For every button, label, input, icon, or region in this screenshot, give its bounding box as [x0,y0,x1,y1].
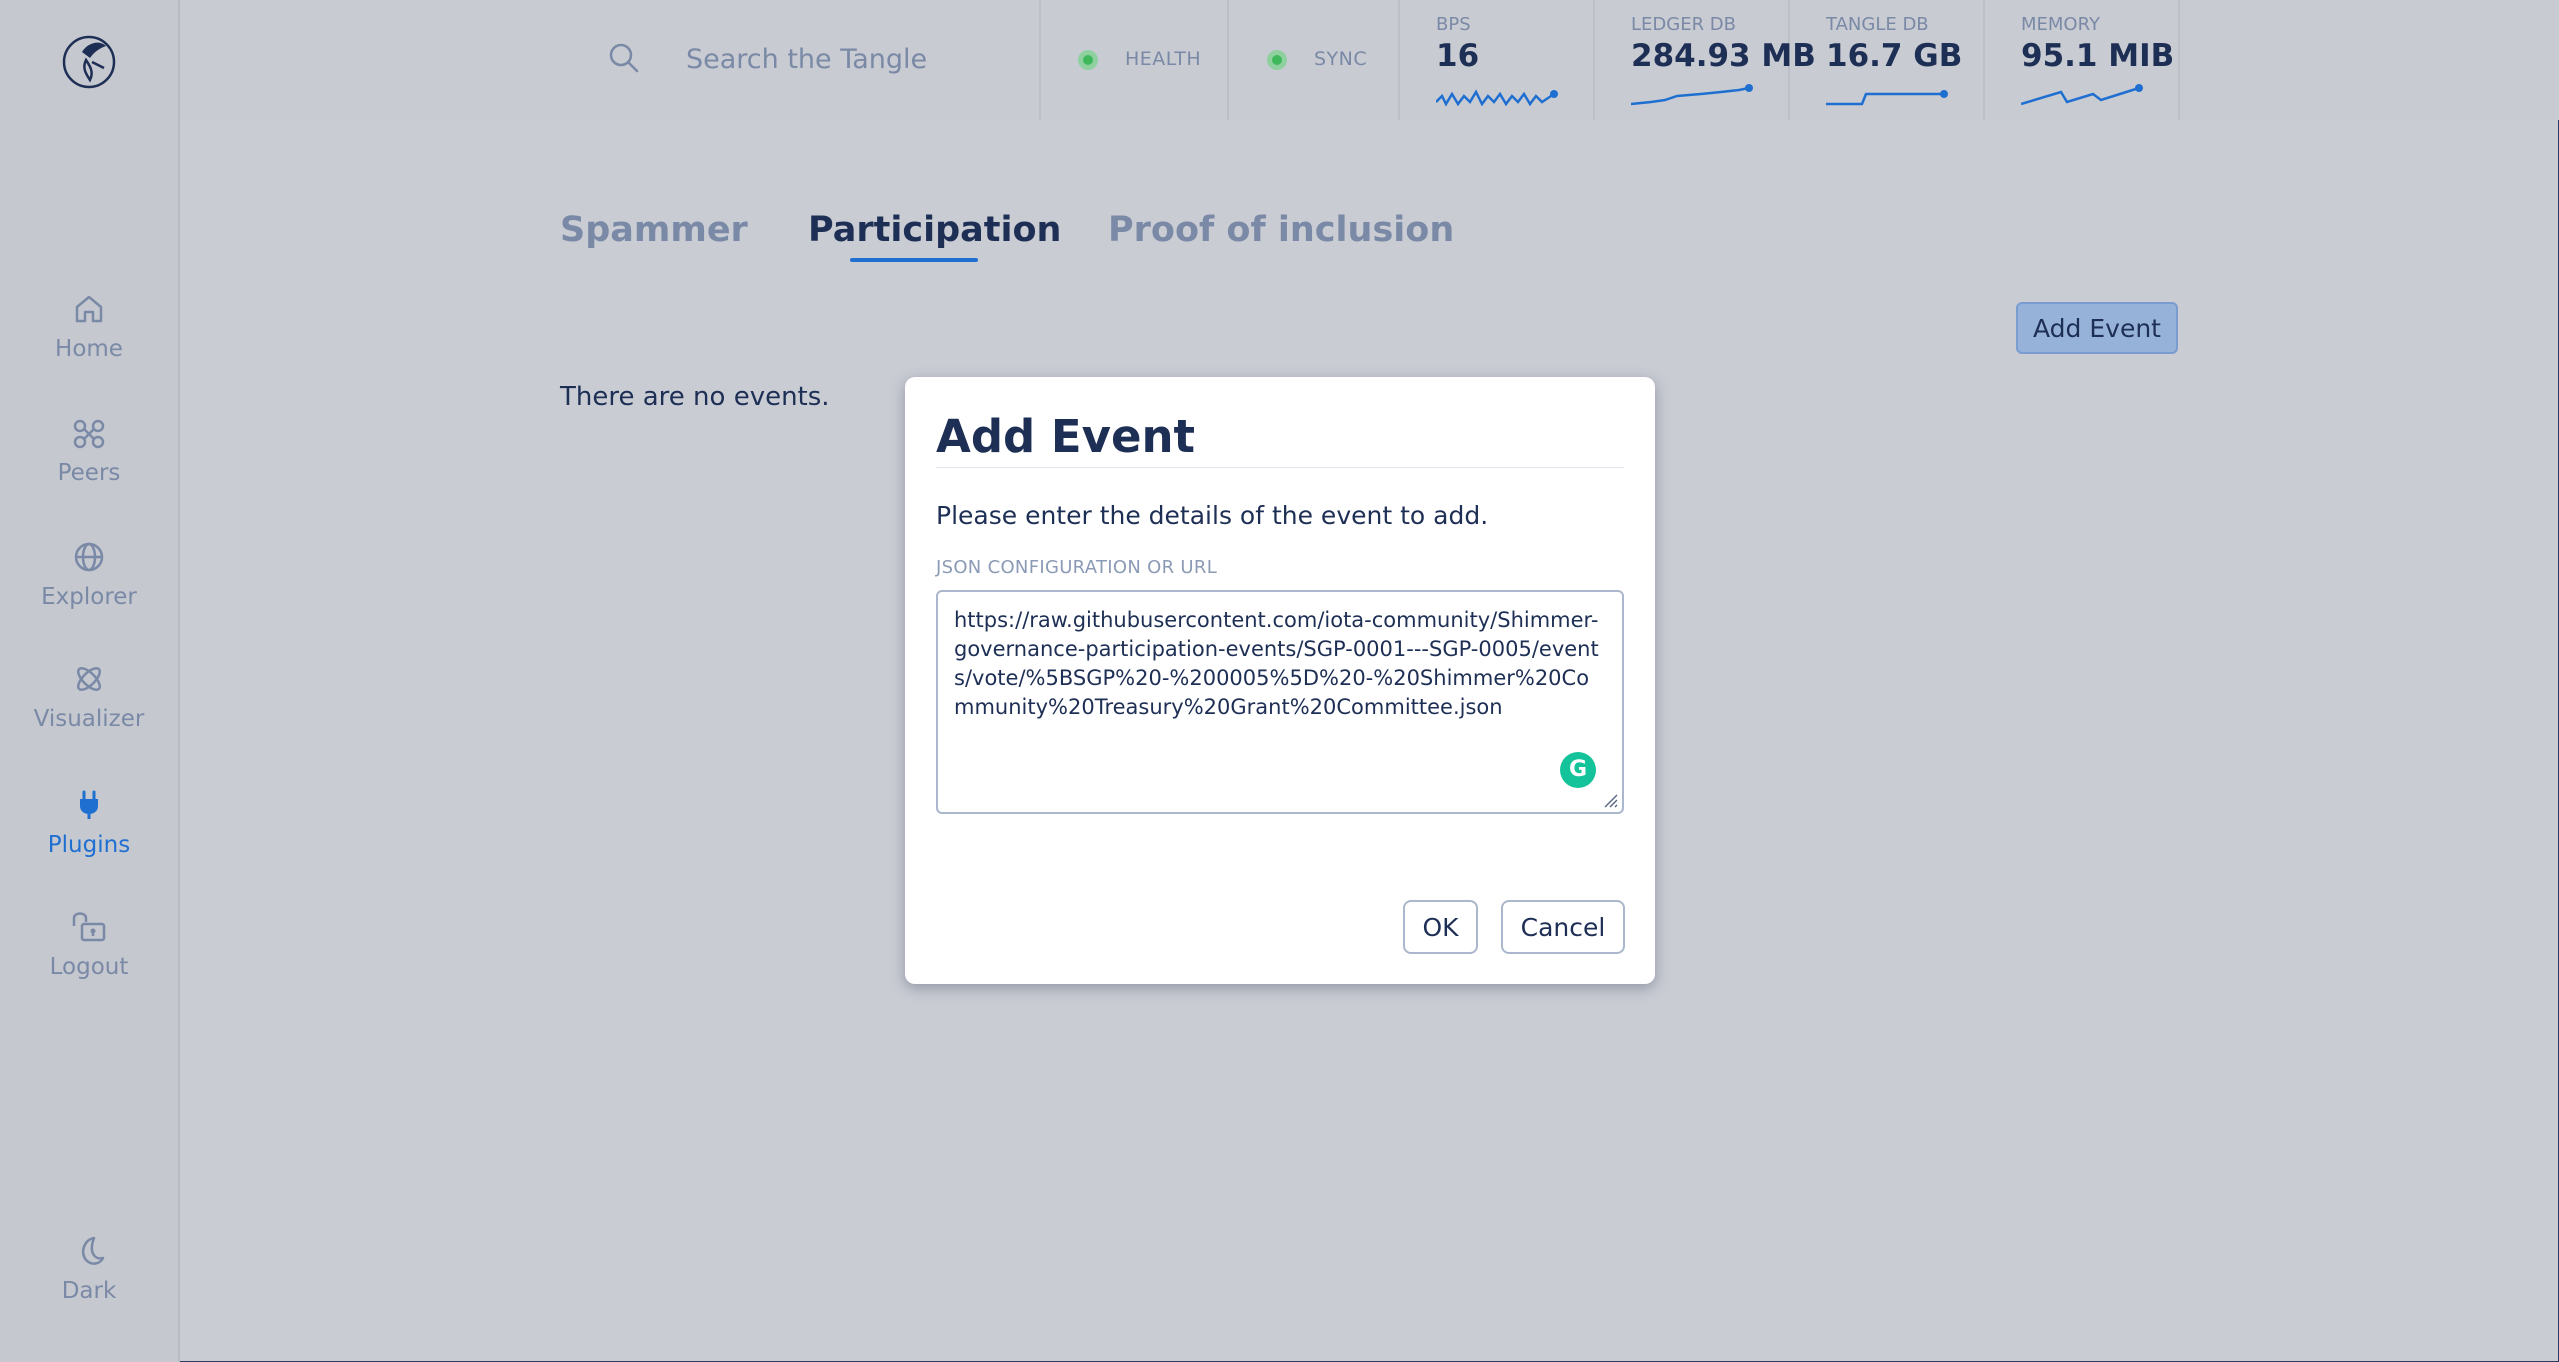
moon-icon [82,1236,105,1265]
sidebar-item-logout[interactable]: Logout [0,908,178,980]
active-tab-indicator [850,258,978,262]
globe-icon [74,542,104,572]
search-input[interactable]: Search the Tangle [686,44,927,75]
metric-label: BPS [1436,14,1471,35]
sidebar-item-peers[interactable]: Peers [0,418,178,486]
sync-label: SYNC [1314,48,1368,70]
hornet-logo-icon[interactable] [60,32,118,90]
metric-value: 16.7 GB [1826,38,1963,74]
json-config-textarea[interactable]: https://raw.githubusercontent.com/iota-c… [936,590,1624,814]
dialog-divider [936,467,1624,468]
json-config-label: JSON CONFIGURATION OR URL [936,557,1218,578]
add-event-button[interactable]: Add Event [2016,302,2178,354]
cancel-button[interactable]: Cancel [1501,900,1625,954]
metric-value: 95.1 MIB [2021,38,2175,74]
grammarly-icon[interactable]: G [1560,752,1596,788]
home-icon [75,295,103,323]
empty-state-text: There are no events. [560,382,830,412]
tangle-db-sparkline [1826,90,1948,106]
metric-label: MEMORY [2021,14,2100,35]
ledger-db-sparkline [1631,84,1753,106]
metric-value: 284.93 MB [1631,38,1816,74]
search-icon[interactable] [608,42,640,74]
atom-icon [76,666,102,692]
metric-label: LEDGER DB [1631,14,1737,35]
theme-toggle-label: Dark [61,1278,117,1304]
bps-sparkline [1436,89,1558,107]
plug-icon [80,790,98,819]
sidebar-item-plugins[interactable]: Plugins [0,788,178,858]
sidebar-item-home[interactable]: Home [0,292,178,362]
tab-spammer[interactable]: Spammer [560,210,748,250]
sidebar-item-label: Home [55,336,123,362]
theme-toggle[interactable]: Dark [0,1234,178,1304]
sidebar-item-label: Logout [49,954,129,980]
sidebar-item-label: Explorer [41,584,137,610]
add-event-dialog: Add Event Please enter the details of th… [905,377,1655,984]
health-label: HEALTH [1125,48,1202,70]
dialog-description: Please enter the details of the event to… [936,501,1489,530]
resize-handle-icon[interactable] [1601,791,1619,809]
sidebar-item-label: Visualizer [33,706,145,732]
tab-proof-of-inclusion[interactable]: Proof of inclusion [1108,210,1454,250]
sidebar: Home Peers Explorer Visualizer Plugins L… [0,0,180,1362]
dialog-title: Add Event [936,410,1196,463]
sidebar-item-explorer[interactable]: Explorer [0,540,178,610]
sidebar-item-label: Peers [57,460,121,486]
tab-participation[interactable]: Participation [808,210,1061,250]
metric-label: TANGLE DB [1826,14,1929,35]
sidebar-item-visualizer[interactable]: Visualizer [0,662,178,732]
peers-icon [73,419,105,449]
lock-icon [72,912,106,942]
health-status-dot [1078,50,1098,70]
sync-status-dot [1267,50,1287,70]
ok-button[interactable]: OK [1403,900,1478,954]
metric-value: 16 [1436,38,1480,74]
sidebar-item-label: Plugins [47,832,131,858]
memory-sparkline [2021,84,2143,106]
